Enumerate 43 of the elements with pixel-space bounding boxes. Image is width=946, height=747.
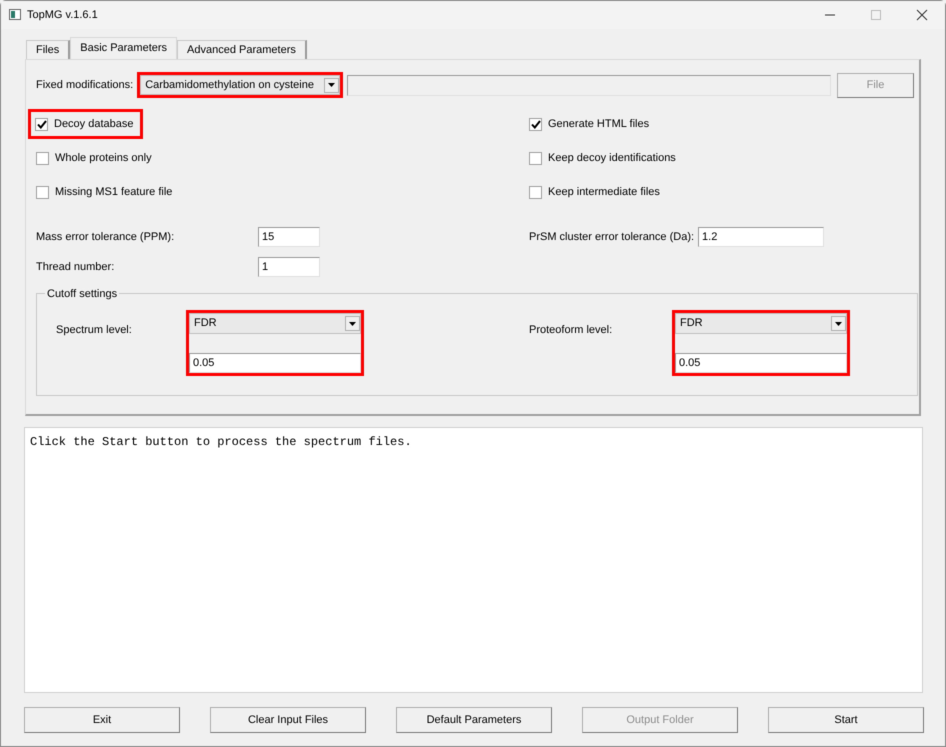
field-label: Thread number: [36, 260, 116, 275]
checkbox[interactable] [529, 118, 542, 130]
dropdown-caret-icon [324, 78, 340, 92]
checkbox-label: Missing MS1 feature file [55, 184, 172, 200]
dropdown-caret-icon [345, 316, 360, 331]
checkbox[interactable] [36, 186, 49, 198]
checkbox-label: Whole proteins only [55, 150, 152, 166]
dropdown-value: Carbamidomethylation on cysteine [145, 78, 314, 93]
group-title: Cutoff settings [45, 286, 120, 302]
tab[interactable]: Files [26, 40, 70, 59]
threshold-field[interactable]: 0.05 [675, 353, 847, 373]
field-label: Mass error tolerance (PPM): [36, 230, 176, 245]
field-label: Proteoform level: [529, 323, 614, 338]
log-text: Click the Start button to process the spectrum files. [24, 427, 923, 693]
modification-dropdown[interactable]: Carbamidomethylation on cysteine [140, 75, 340, 95]
field-label: PrSM cluster error tolerance (Da): [529, 230, 694, 245]
dropdown-value: FDR [194, 316, 217, 332]
threshold-field[interactable]: 0.05 [189, 353, 361, 373]
checkbox-label: Decoy database [54, 116, 134, 132]
file-path-field[interactable] [347, 74, 832, 96]
checkbox[interactable] [35, 118, 48, 130]
checkbox-label: Keep decoy identifications [548, 150, 676, 166]
field-label: Spectrum level: [56, 323, 133, 338]
action-button[interactable]: Exit [24, 707, 180, 733]
checkbox[interactable] [529, 186, 542, 198]
checkbox[interactable] [36, 152, 49, 164]
action-button[interactable]: Default Parameters [396, 707, 552, 733]
checkbox-label: Keep intermediate files [548, 184, 660, 200]
method-dropdown[interactable]: FDR [675, 313, 847, 334]
action-button[interactable]: Clear Input Files [210, 707, 366, 733]
checkbox[interactable] [529, 152, 542, 164]
dropdown-value: FDR [680, 316, 703, 332]
action-button[interactable]: Start [768, 707, 924, 733]
tab[interactable]: Basic Parameters [70, 37, 178, 59]
dropdown-caret-icon [831, 316, 846, 331]
window-title: TopMG v.1.6.1 [27, 8, 98, 23]
field-label: Fixed modifications: [36, 78, 134, 93]
checkbox-label: Generate HTML files [548, 116, 650, 132]
text-field[interactable]: 15 [258, 227, 320, 247]
method-dropdown[interactable]: FDR [189, 313, 361, 334]
text-field[interactable]: 1 [258, 257, 320, 277]
text-field[interactable]: 1.2 [698, 227, 824, 247]
tab[interactable]: Advanced Parameters [177, 40, 307, 59]
